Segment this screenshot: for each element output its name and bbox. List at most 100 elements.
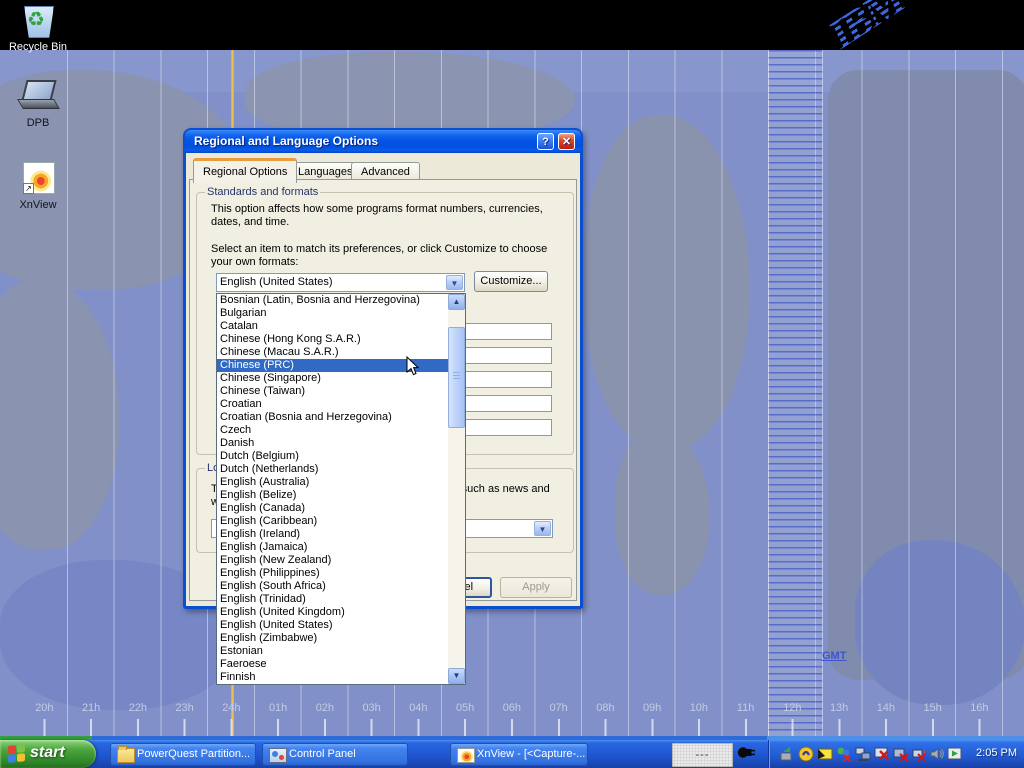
dialog-title: Regional and Language Options (194, 134, 378, 148)
desktop-icon-dpb[interactable]: DPB (0, 80, 76, 129)
screen: GMT 20h21h22h23h24h01h02h03h04h05h06h07h… (0, 0, 1024, 768)
control-panel-icon (269, 748, 287, 763)
update-notify-icon[interactable] (817, 746, 833, 762)
language-option[interactable]: English (Jamaica) (217, 541, 449, 554)
language-deskband[interactable]: --- (672, 743, 733, 767)
language-option[interactable]: Dutch (Belgium) (217, 450, 449, 463)
gmt-meridian-band (768, 50, 823, 740)
hour-label: 12h (769, 702, 816, 718)
taskbar: start PowerQuest Partition... Control Pa… (0, 740, 1024, 768)
hour-label: 08h (582, 702, 629, 718)
hour-label: 04h (395, 702, 442, 718)
chevron-down-icon[interactable]: ▼ (446, 275, 463, 290)
top-black-band: IBM (0, 0, 1024, 50)
hour-label: 23h (161, 702, 208, 718)
language-list-scrollbar[interactable]: ▲ ▼ (448, 294, 465, 684)
mouse-cursor (406, 356, 420, 380)
windows-flag-icon (8, 744, 26, 764)
language-option[interactable]: Chinese (Taiwan) (217, 385, 449, 398)
hour-label: 11h (722, 702, 769, 718)
hour-label: 09h (629, 702, 676, 718)
scroll-down-icon[interactable]: ▼ (448, 668, 465, 684)
gmt-label: GMT (822, 650, 846, 662)
taskbar-task-button[interactable]: XnView - [<Capture-... (450, 743, 588, 766)
xnview-icon: ↗ (19, 162, 57, 196)
language-option[interactable]: English (Ireland) (217, 528, 449, 541)
language-option[interactable]: English (United States) (217, 619, 449, 632)
language-option[interactable]: English (Trinidad) (217, 593, 449, 606)
language-option[interactable]: English (Caribbean) (217, 515, 449, 528)
customize-button[interactable]: Customize... (474, 271, 548, 292)
language-option[interactable]: Czech (217, 424, 449, 437)
messenger-offline-icon[interactable] (836, 746, 852, 762)
language-option[interactable]: English (Belize) (217, 489, 449, 502)
hour-label: 10h (676, 702, 723, 718)
language-option[interactable]: Catalan (217, 320, 449, 333)
agent-help-icon[interactable] (798, 746, 814, 762)
hour-label: 03h (348, 702, 395, 718)
language-option[interactable]: Bosnian (Latin, Bosnia and Herzegovina) (217, 294, 449, 307)
folder-icon (117, 748, 135, 763)
hour-label: 06h (489, 702, 536, 718)
language-option[interactable]: Dutch (Netherlands) (217, 463, 449, 476)
language-option[interactable]: Croatian (217, 398, 449, 411)
language-option[interactable]: Chinese (Hong Kong S.A.R.) (217, 333, 449, 346)
taskbar-task-button[interactable]: PowerQuest Partition... (110, 743, 256, 766)
close-button[interactable]: ✕ (558, 133, 575, 150)
language-option[interactable]: Estonian (217, 645, 449, 658)
volume-icon[interactable] (929, 746, 945, 762)
language-option[interactable]: Faeroese (217, 658, 449, 671)
language-option[interactable]: English (Australia) (217, 476, 449, 489)
taskbar-clock[interactable]: 2:05 PM (976, 747, 1017, 759)
hour-label: 07h (535, 702, 582, 718)
system-tray: 2:05 PM (768, 740, 1024, 768)
display-error-icon[interactable] (874, 746, 890, 762)
language-list: ▲ ▼ Bosnian (Latin, Bosnia and Herzegovi… (216, 293, 466, 685)
power-adapter-icon[interactable] (779, 746, 795, 762)
language-option[interactable]: Danish (217, 437, 449, 450)
language-option[interactable]: English (New Zealand) (217, 554, 449, 567)
hour-label: 22h (115, 702, 162, 718)
language-option[interactable]: English (South Africa) (217, 580, 449, 593)
language-option[interactable]: English (Zimbabwe) (217, 632, 449, 645)
format-combobox-value: English (United States) (220, 276, 333, 288)
network-share-icon[interactable] (855, 746, 871, 762)
hour-label: 13h (816, 702, 863, 718)
language-option[interactable]: English (United Kingdom) (217, 606, 449, 619)
hour-label: 15h (909, 702, 956, 718)
start-button[interactable]: start (0, 740, 96, 768)
standards-description-line2: dates, and time. (211, 216, 289, 229)
standards-description-line1: This option affects how some programs fo… (211, 203, 543, 216)
hour-label: 21h (68, 702, 115, 718)
scrollbar-thumb[interactable] (448, 327, 465, 428)
hour-label: 16h (956, 702, 1003, 718)
desktop-icon-recycle-bin[interactable]: ♻ Recycle Bin (0, 4, 76, 53)
hour-label: 05h (442, 702, 489, 718)
language-option[interactable]: Finnish (217, 671, 449, 684)
language-option[interactable]: Bulgarian (217, 307, 449, 320)
apply-button[interactable]: Apply (500, 577, 572, 598)
scroll-up-icon[interactable]: ▲ (448, 294, 465, 310)
hour-label: 02h (302, 702, 349, 718)
power-plug-icon[interactable] (737, 745, 756, 763)
laptop-icon (19, 80, 57, 114)
hour-label: 24h (208, 702, 255, 718)
taskbar-task-button[interactable]: Control Panel (262, 743, 408, 766)
recycle-bin-icon: ♻ (19, 4, 57, 38)
hour-label: 01h (255, 702, 302, 718)
standards-instruction-line1: Select an item to match its preferences,… (211, 243, 547, 256)
desktop-icon-xnview[interactable]: ↗ XnView (0, 162, 76, 211)
format-combobox[interactable]: English (United States) ▼ (216, 273, 465, 292)
standards-group-caption: Standards and formats (205, 186, 320, 198)
tab[interactable]: Regional Options (193, 158, 297, 183)
network-error-icon[interactable] (893, 746, 909, 762)
language-option[interactable]: English (Canada) (217, 502, 449, 515)
wireless-error-icon[interactable] (912, 746, 928, 762)
language-option[interactable]: Croatian (Bosnia and Herzegovina) (217, 411, 449, 424)
standards-instruction-line2: your own formats: (211, 256, 298, 269)
help-button[interactable]: ? (537, 133, 554, 150)
removable-drive-icon[interactable] (947, 746, 963, 762)
chevron-down-icon[interactable]: ▼ (534, 521, 551, 536)
dialog-titlebar[interactable]: Regional and Language Options ? ✕ (185, 130, 581, 153)
language-option[interactable]: English (Philippines) (217, 567, 449, 580)
